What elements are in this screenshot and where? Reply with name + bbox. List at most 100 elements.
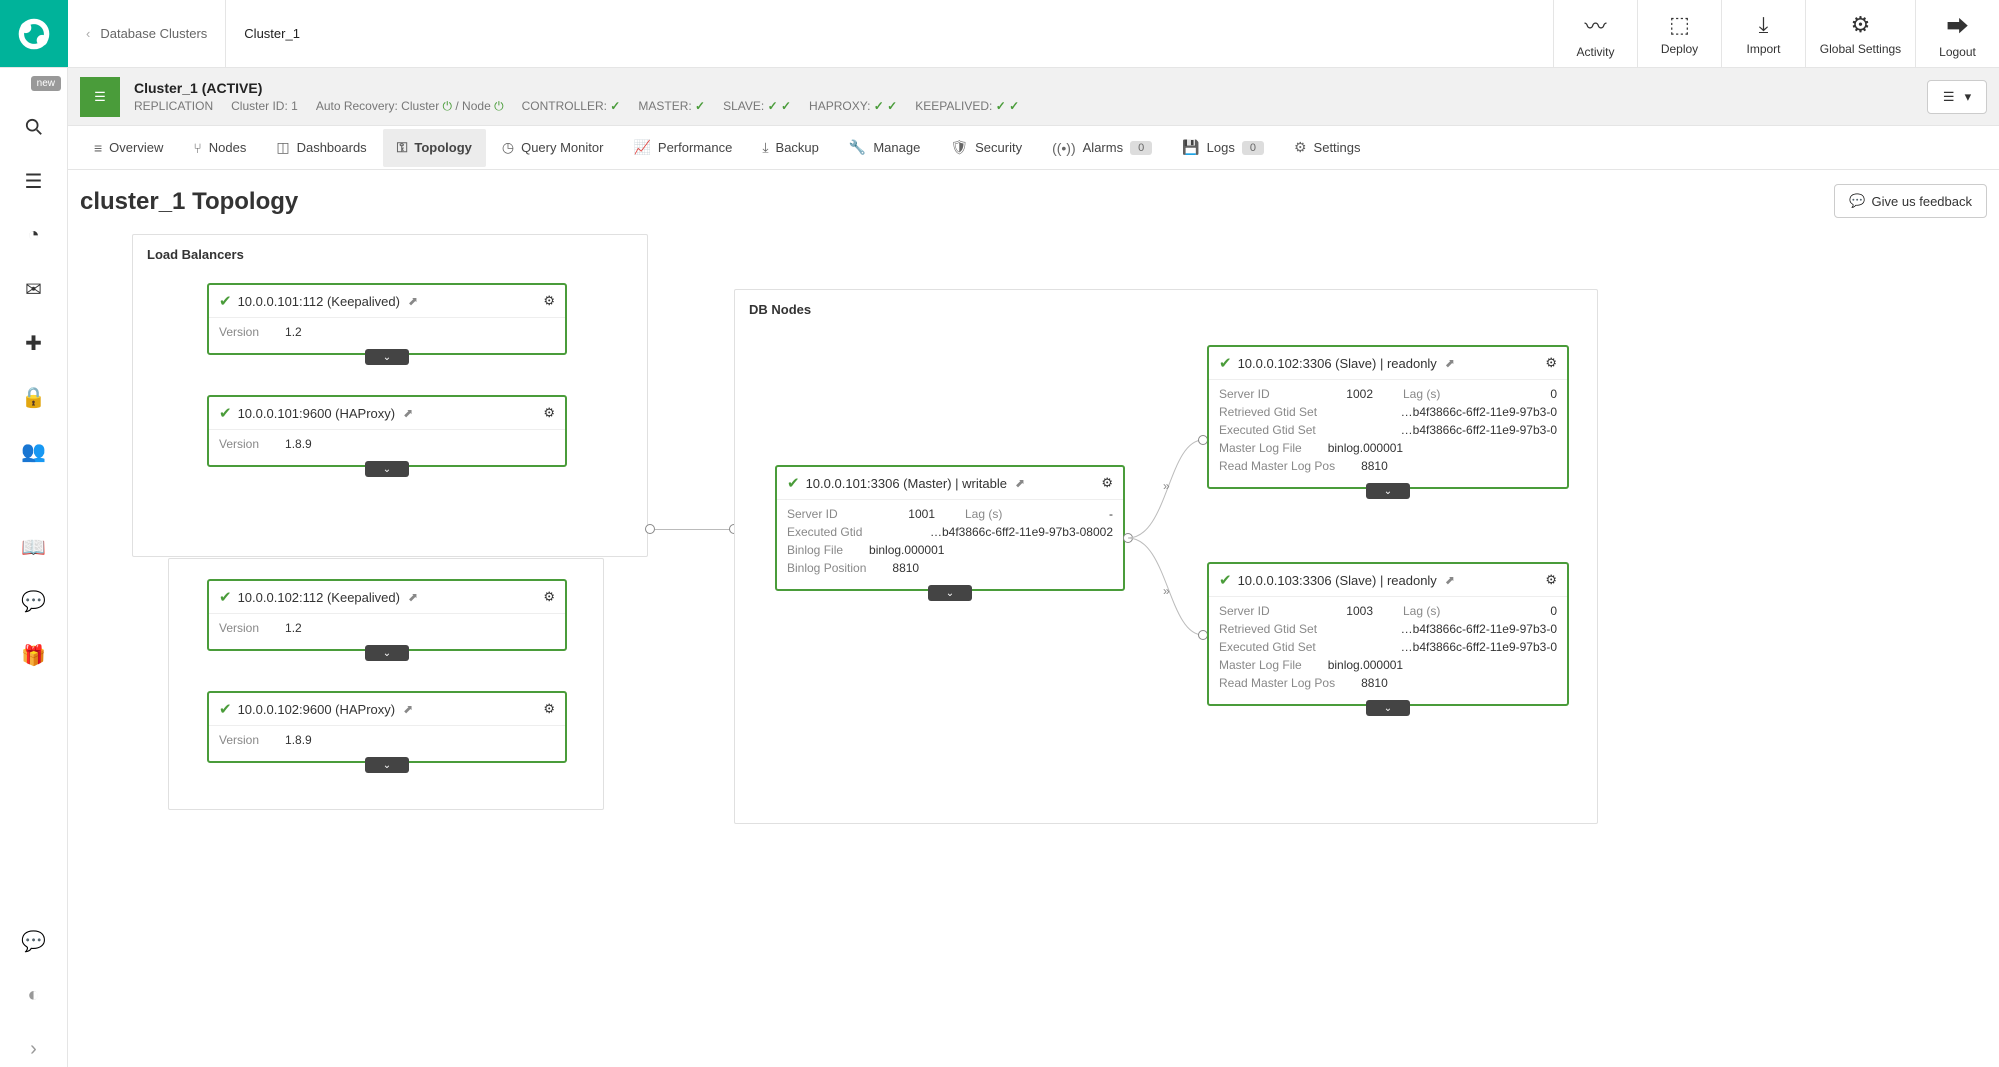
node-title: 10.0.0.102:3306 (Slave) | readonly xyxy=(1238,356,1437,371)
node-gear-icon[interactable]: ⚙ xyxy=(1545,572,1557,588)
external-link-icon[interactable]: ⬈ xyxy=(1445,573,1455,587)
cluster-header: ☰ Cluster_1 (ACTIVE) REPLICATION Cluster… xyxy=(68,68,1999,126)
expand-toggle[interactable]: ⌄ xyxy=(1366,483,1410,499)
db-node-slave-103[interactable]: ✔10.0.0.103:3306 (Slave) | readonly⬈⚙ Se… xyxy=(1207,562,1569,706)
expand-toggle[interactable]: ⌄ xyxy=(1366,700,1410,716)
toggle-icon[interactable]: ◐ xyxy=(16,977,52,1013)
users-icon[interactable]: 👥 xyxy=(16,433,52,469)
server-id: 1003 xyxy=(1346,604,1373,618)
tab-manage[interactable]: 🔧Manage xyxy=(835,129,934,167)
chart-icon: 📈 xyxy=(633,139,650,156)
page-title: cluster_1 Topology xyxy=(80,188,1987,216)
read-master-log-pos: 8810 xyxy=(1361,459,1388,473)
activity-button[interactable]: 〰Activity xyxy=(1553,0,1637,67)
external-link-icon[interactable]: ⬈ xyxy=(403,702,413,716)
tab-logs[interactable]: 💾Logs0 xyxy=(1168,129,1278,167)
executed-gtid: …b4f3866c-6ff2-11e9-97b3-0 xyxy=(1401,423,1557,437)
tab-backup[interactable]: ⤓Backup xyxy=(748,129,833,167)
breadcrumb-parent[interactable]: Database Clusters xyxy=(100,26,207,41)
external-link-icon[interactable]: ⬈ xyxy=(1445,356,1455,370)
version-value: 1.2 xyxy=(285,621,302,635)
import-button[interactable]: ⤓ Import xyxy=(1721,0,1805,67)
chat-bubble-icon[interactable]: 💬 xyxy=(16,583,52,619)
chevron-down-icon: ▾ xyxy=(1965,89,1972,105)
cluster-meta: REPLICATION Cluster ID: 1 Auto Recovery:… xyxy=(134,99,1019,114)
lag: 0 xyxy=(1550,387,1557,401)
gear-icon: ⚙ xyxy=(1294,139,1307,156)
node-gear-icon[interactable]: ⚙ xyxy=(1101,475,1113,491)
expand-toggle[interactable]: ⌄ xyxy=(365,349,409,365)
pie-chart-icon[interactable]: ◔ xyxy=(16,217,52,253)
server-id: 1001 xyxy=(908,507,935,521)
global-settings-button[interactable]: ⚙Global Settings xyxy=(1805,0,1915,67)
connector-dot xyxy=(645,524,655,534)
external-link-icon[interactable]: ⬈ xyxy=(408,294,418,308)
feedback-button[interactable]: 💬Give us feedback xyxy=(1834,184,1987,218)
import-icon: ⤓ xyxy=(1759,12,1769,38)
expand-toggle[interactable]: ⌄ xyxy=(365,757,409,773)
chevron-left-icon[interactable]: ‹ xyxy=(86,26,90,41)
version-value: 1.8.9 xyxy=(285,733,312,747)
import-label: Import xyxy=(1746,42,1780,56)
cluster-id-label: Cluster ID: 1 xyxy=(231,99,298,113)
expand-toggle[interactable]: ⌄ xyxy=(365,461,409,477)
deploy-button[interactable]: ⬚Deploy xyxy=(1637,0,1721,67)
expand-toggle[interactable]: ⌄ xyxy=(365,645,409,661)
node-gear-icon[interactable]: ⚙ xyxy=(543,405,555,421)
tab-security[interactable]: 🛡Security xyxy=(936,129,1036,167)
external-link-icon[interactable]: ⬈ xyxy=(1015,476,1025,490)
logout-button[interactable]: ⮕Logout xyxy=(1915,0,1999,67)
top-bar: ‹ Database Clusters Cluster_1 〰Activity … xyxy=(0,0,1999,68)
gift-icon[interactable]: 🎁 xyxy=(16,637,52,673)
node-title: 10.0.0.101:112 (Keepalived) xyxy=(238,294,400,309)
chat-icon: 💬 xyxy=(1849,193,1865,209)
tab-performance[interactable]: 📈Performance xyxy=(619,129,746,167)
cluster-options-button[interactable]: ☰▾ xyxy=(1927,80,1987,114)
cluster-tabs: ≡Overview ⑂Nodes ◫Dashboards ⚿Topology ◷… xyxy=(68,126,1999,170)
status-ok-icon: ✔ xyxy=(219,588,232,606)
expand-icon[interactable]: › xyxy=(16,1031,52,1067)
global-settings-label: Global Settings xyxy=(1820,42,1901,56)
power-icon: ⏻ xyxy=(494,99,504,113)
db-panel-title: DB Nodes xyxy=(735,290,1597,329)
external-link-icon[interactable]: ⬈ xyxy=(408,590,418,604)
node-gear-icon[interactable]: ⚙ xyxy=(1545,355,1557,371)
breadcrumb-current-wrap: Cluster_1 xyxy=(226,0,318,67)
lb-node-haproxy-101[interactable]: ✔10.0.0.101:9600 (HAProxy)⬈⚙ Version1.8.… xyxy=(207,395,567,467)
tab-settings[interactable]: ⚙Settings xyxy=(1280,129,1375,167)
search-icon[interactable] xyxy=(16,109,52,145)
node-gear-icon[interactable]: ⚙ xyxy=(543,701,555,717)
app-logo[interactable] xyxy=(0,0,68,67)
topology-canvas: Load Balancers ✔ 10.0.0.101:112 (Keepaliv… xyxy=(80,234,1987,914)
lb-node-keepalived-102[interactable]: ✔10.0.0.102:112 (Keepalived)⬈⚙ Version1.… xyxy=(207,579,567,651)
lb-node-haproxy-102[interactable]: ✔10.0.0.102:9600 (HAProxy)⬈⚙ Version1.8.… xyxy=(207,691,567,763)
database-icon[interactable]: ☰ xyxy=(16,163,52,199)
node-gear-icon[interactable]: ⚙ xyxy=(543,293,555,309)
tab-overview[interactable]: ≡Overview xyxy=(80,129,177,167)
puzzle-icon[interactable]: ✚ xyxy=(16,325,52,361)
lb-panel-title: Load Balancers xyxy=(133,235,647,274)
connector-line xyxy=(655,529,733,530)
tab-topology[interactable]: ⚿Topology xyxy=(383,129,486,167)
external-link-icon[interactable]: ⬈ xyxy=(403,406,413,420)
version-value: 1.2 xyxy=(285,325,302,339)
dashboard-icon: ◫ xyxy=(276,139,289,156)
book-icon[interactable]: 📖 xyxy=(16,529,52,565)
expand-toggle[interactable]: ⌄ xyxy=(928,585,972,601)
deploy-icon: ⬚ xyxy=(1669,12,1690,38)
replication-label: REPLICATION xyxy=(134,99,213,113)
node-gear-icon[interactable]: ⚙ xyxy=(543,589,555,605)
tab-dashboards[interactable]: ◫Dashboards xyxy=(262,129,380,167)
node-title: 10.0.0.102:112 (Keepalived) xyxy=(238,590,400,605)
lb-node-keepalived-101[interactable]: ✔10.0.0.101:112 (Keepalived)⬈⚙ Version1.… xyxy=(207,283,567,355)
haproxy-status: HAPROXY: ✓ ✓ xyxy=(809,99,897,113)
comments-icon[interactable]: 💬 xyxy=(16,923,52,959)
tab-query-monitor[interactable]: ◷Query Monitor xyxy=(488,129,618,167)
lock-icon[interactable]: 🔒 xyxy=(16,379,52,415)
db-node-slave-102[interactable]: ✔10.0.0.102:3306 (Slave) | readonly⬈⚙ Se… xyxy=(1207,345,1569,489)
db-node-master[interactable]: ✔10.0.0.101:3306 (Master) | writable⬈⚙ S… xyxy=(775,465,1125,591)
mail-icon[interactable]: ✉ xyxy=(16,271,52,307)
tab-alarms[interactable]: ((•))Alarms0 xyxy=(1038,129,1166,167)
tab-nodes[interactable]: ⑂Nodes xyxy=(179,129,260,167)
svg-text:»: » xyxy=(1163,584,1170,598)
